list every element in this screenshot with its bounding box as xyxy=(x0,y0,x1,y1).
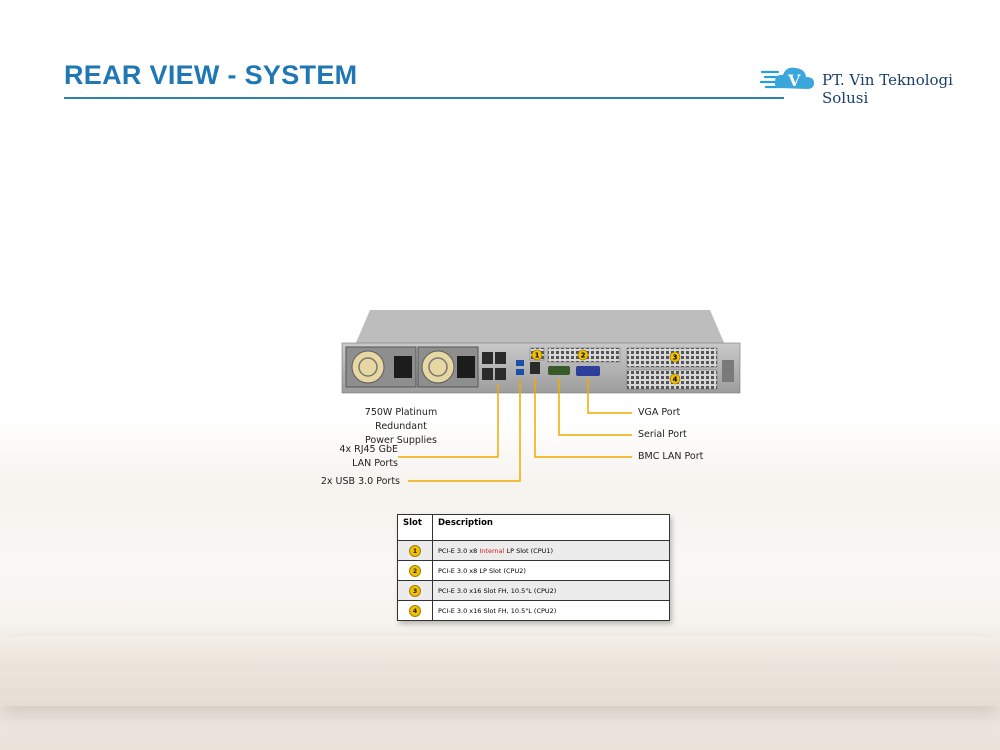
header-slot: Slot xyxy=(397,514,433,541)
slot-badge-2: 2 xyxy=(581,352,586,360)
vga-port xyxy=(576,366,600,376)
table-row: 2 PCI-E 3.0 x8 LP Slot (CPU2) xyxy=(397,560,670,581)
pcie-slot-table: Slot Description 1 PCI-E 3.0 x8 Internal… xyxy=(397,514,670,621)
background-shelf xyxy=(0,636,1000,706)
callout-psu-line-1: 750W Platinum Redundant xyxy=(364,407,438,432)
callout-bmc: BMC LAN Port xyxy=(638,451,704,462)
rack-handle xyxy=(722,360,734,382)
slot-badge-3: 3 xyxy=(673,354,678,362)
table-row: 3 PCI-E 3.0 x16 Slot FH, 10.5"L (CPU2) xyxy=(397,580,670,601)
psu-fan-icon xyxy=(351,350,385,384)
callout-serial: Serial Port xyxy=(638,429,687,440)
slot-badge-1: 1 xyxy=(535,352,540,360)
chassis-top xyxy=(355,310,725,345)
callout-usb: 2x USB 3.0 Ports xyxy=(320,476,400,487)
svg-text:V: V xyxy=(787,71,801,90)
power-inlet-icon xyxy=(457,356,475,378)
callout-lan-line-2: LAN Ports xyxy=(352,458,398,469)
slot-number-badge: 1 xyxy=(409,544,421,557)
callout-lan: 4x RJ45 GbE LAN Ports xyxy=(318,443,398,471)
slot-description: PCI-E 3.0 x8 Internal LP Slot (CPU1) xyxy=(432,540,670,561)
slot-badge-4: 4 xyxy=(673,376,678,384)
psu-fan-icon xyxy=(421,350,455,384)
power-inlet-icon xyxy=(394,356,412,378)
serial-port xyxy=(548,366,570,375)
title-underline xyxy=(64,97,784,99)
slot-number-badge: 4 xyxy=(409,604,421,617)
bmc-lan-port xyxy=(530,362,540,374)
internal-highlight: Internal xyxy=(479,546,505,555)
cloud-v-logo-icon: V xyxy=(760,67,814,90)
slot-description: PCI-E 3.0 x16 Slot FH, 10.5"L (CPU2) xyxy=(432,600,670,621)
callout-vga: VGA Port xyxy=(638,407,681,418)
callout-lan-line-1: 4x RJ45 GbE xyxy=(339,444,398,455)
slot-description: PCI-E 3.0 x16 Slot FH, 10.5"L (CPU2) xyxy=(432,580,670,601)
callout-psu: 750W Platinum Redundant Power Supplies xyxy=(340,406,462,448)
slot-number-badge: 3 xyxy=(409,584,421,597)
table-row: 4 PCI-E 3.0 x16 Slot FH, 10.5"L (CPU2) xyxy=(397,600,670,621)
page-title: REAR VIEW - SYSTEM xyxy=(64,60,358,90)
slot-number-badge: 2 xyxy=(409,564,421,577)
table-row: 1 PCI-E 3.0 x8 Internal LP Slot (CPU1) xyxy=(397,540,670,561)
slot-description: PCI-E 3.0 x8 LP Slot (CPU2) xyxy=(432,560,670,581)
table-header-row: Slot Description xyxy=(397,514,670,541)
header-description: Description xyxy=(432,514,670,541)
brand-name: PT. Vin Teknologi Solusi xyxy=(822,71,953,107)
